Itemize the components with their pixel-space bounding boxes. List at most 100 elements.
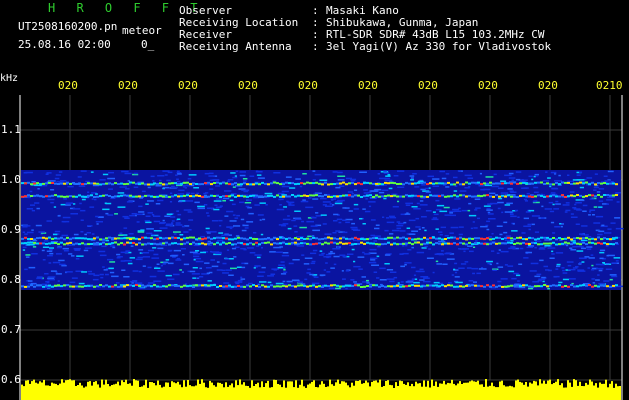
spectrogram-speck xyxy=(473,246,476,248)
spectrogram-speck xyxy=(248,282,253,285)
signal-line-segment xyxy=(318,182,321,185)
spectrogram-speck xyxy=(147,186,151,189)
spectrogram-speck xyxy=(555,268,559,270)
spectrogram-canvas xyxy=(19,95,624,400)
signal-line-segment xyxy=(48,236,51,239)
spectrogram-speck xyxy=(235,235,240,237)
amplitude-bar xyxy=(209,380,211,400)
spectrogram-speck xyxy=(353,260,356,263)
spectrogram-speck xyxy=(512,223,515,225)
spectrogram-speck xyxy=(421,247,427,249)
signal-line-segment xyxy=(567,242,570,245)
spectrogram-speck xyxy=(117,206,126,208)
signal-line-segment xyxy=(252,243,255,246)
signal-line-segment xyxy=(438,242,441,245)
spectrogram-speck xyxy=(566,261,574,263)
signal-line-segment xyxy=(480,195,483,198)
spectrogram-speck xyxy=(405,244,408,247)
signal-line-segment xyxy=(294,285,297,288)
signal-line-segment xyxy=(318,285,321,288)
signal-line-segment xyxy=(369,194,372,197)
spectrogram-speck xyxy=(517,280,520,282)
spectrogram-speck xyxy=(487,213,494,215)
signal-line-segment xyxy=(42,242,45,245)
signal-line-segment xyxy=(282,195,285,198)
signal-line-segment xyxy=(45,237,48,240)
signal-line-segment xyxy=(534,238,537,241)
signal-line-segment xyxy=(108,243,111,245)
signal-line-segment xyxy=(522,194,525,197)
signal-line-segment xyxy=(339,182,342,185)
signal-line-segment xyxy=(429,284,432,287)
spectrogram-speck xyxy=(603,280,610,282)
signal-line-segment xyxy=(480,285,483,288)
spectrogram-speck xyxy=(409,175,415,177)
spectrogram-speck xyxy=(209,250,213,253)
signal-line-segment xyxy=(498,236,501,239)
spectrogram-speck xyxy=(130,245,134,247)
signal-line-segment xyxy=(573,285,576,288)
signal-line-segment xyxy=(252,284,255,286)
spectrogram-speck xyxy=(49,252,54,255)
signal-line-segment xyxy=(579,237,582,240)
amplitude-bar xyxy=(553,383,555,400)
spectrogram-speck xyxy=(204,172,210,175)
spectrogram-speck xyxy=(361,276,366,278)
amplitude-bar xyxy=(521,382,523,400)
signal-line-segment xyxy=(369,242,372,245)
spectrogram-speck xyxy=(165,274,172,277)
signal-line-segment xyxy=(291,238,294,241)
spectrogram-speck xyxy=(523,198,527,201)
signal-line-segment xyxy=(396,183,399,185)
spectrogram-speck xyxy=(420,276,429,278)
amplitude-bar xyxy=(421,386,423,400)
spectrogram-speck xyxy=(600,263,605,266)
spectrogram-speck xyxy=(338,221,342,224)
spectrogram-speck xyxy=(397,170,405,172)
spectrogram-speck xyxy=(191,192,195,195)
spectrogram-speck xyxy=(579,186,584,189)
signal-line-segment xyxy=(84,243,87,246)
spectrogram-speck xyxy=(337,175,346,177)
spectrogram-speck xyxy=(105,202,112,205)
signal-line-segment xyxy=(189,236,192,239)
signal-line-segment xyxy=(150,285,153,288)
spectrogram-speck xyxy=(67,185,74,188)
spectrogram-speck xyxy=(218,232,224,234)
signal-line-segment xyxy=(477,237,480,240)
spectrogram-speck xyxy=(405,204,411,206)
signal-line-segment xyxy=(102,238,105,241)
spectrogram-speck xyxy=(498,197,503,200)
spectrogram-speck xyxy=(278,264,285,266)
signal-line-segment xyxy=(54,284,57,287)
spectrogram-speck xyxy=(182,254,185,256)
signal-line-segment xyxy=(69,195,72,198)
signal-line-segment xyxy=(516,182,519,185)
spectrogram-speck xyxy=(159,227,168,229)
amplitude-bar xyxy=(483,386,485,400)
signal-line-segment xyxy=(273,242,276,245)
spectrogram-speck xyxy=(567,268,576,271)
signal-line-segment xyxy=(483,182,486,185)
amplitude-bar xyxy=(339,383,341,400)
spectrogram-speck xyxy=(587,267,590,269)
spectrogram-speck xyxy=(435,199,440,202)
signal-line-segment xyxy=(462,242,465,245)
spectrogram-speck xyxy=(350,180,356,182)
spectrogram-speck xyxy=(483,205,491,207)
signal-line-segment xyxy=(132,237,135,240)
signal-line-segment xyxy=(369,182,372,185)
amplitude-bar xyxy=(55,383,57,400)
amplitude-bar xyxy=(541,383,543,400)
signal-line-segment xyxy=(561,238,564,240)
signal-line-segment xyxy=(21,242,24,245)
amplitude-bar xyxy=(229,385,231,400)
info-label-antenna: Receiving Antenna xyxy=(179,40,292,53)
signal-line-segment xyxy=(309,194,312,197)
signal-line-segment xyxy=(291,285,294,287)
spectrogram-speck xyxy=(229,199,234,202)
signal-line-segment xyxy=(228,183,231,186)
spectrogram-speck xyxy=(26,231,34,234)
signal-line-segment xyxy=(99,195,102,198)
signal-line-segment xyxy=(357,284,360,287)
